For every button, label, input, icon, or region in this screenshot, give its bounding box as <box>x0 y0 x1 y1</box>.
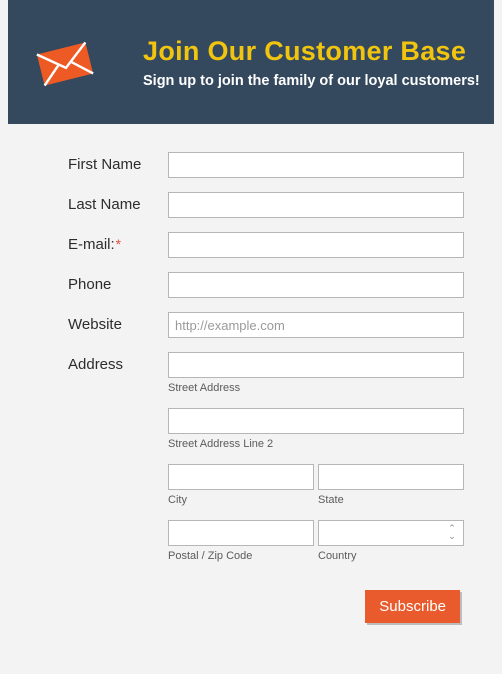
last-name-input[interactable] <box>168 192 464 218</box>
phone-label: Phone <box>68 272 168 293</box>
postal-input[interactable] <box>168 520 314 546</box>
form-subtitle: Sign up to join the family of our loyal … <box>143 73 484 89</box>
state-input[interactable] <box>318 464 464 490</box>
form-title: Join Our Customer Base <box>143 36 484 67</box>
form-header: Join Our Customer Base Sign up to join t… <box>8 0 494 124</box>
first-name-input[interactable] <box>168 152 464 178</box>
chevron-updown-icon: ⌃⌄ <box>445 524 459 542</box>
street2-input[interactable] <box>168 408 464 434</box>
address-label: Address <box>68 352 168 373</box>
city-sublabel: City <box>168 494 314 506</box>
first-name-label: First Name <box>68 152 168 173</box>
website-label: Website <box>68 312 168 333</box>
country-sublabel: Country <box>318 550 464 562</box>
street1-sublabel: Street Address <box>168 382 464 394</box>
country-select[interactable]: ⌃⌄ <box>318 520 464 546</box>
envelope-icon <box>32 38 98 95</box>
required-mark: * <box>116 236 121 252</box>
website-input[interactable] <box>168 312 464 338</box>
state-sublabel: State <box>318 494 464 506</box>
postal-sublabel: Postal / Zip Code <box>168 550 314 562</box>
email-input[interactable] <box>168 232 464 258</box>
signup-form: First Name Last Name E-mail:* Phone <box>8 124 494 623</box>
phone-input[interactable] <box>168 272 464 298</box>
email-label-text: E-mail: <box>68 236 115 253</box>
subscribe-button[interactable]: Subscribe <box>365 590 460 623</box>
last-name-label: Last Name <box>68 192 168 213</box>
street1-input[interactable] <box>168 352 464 378</box>
city-input[interactable] <box>168 464 314 490</box>
email-label: E-mail:* <box>68 232 168 253</box>
street2-sublabel: Street Address Line 2 <box>168 438 464 450</box>
